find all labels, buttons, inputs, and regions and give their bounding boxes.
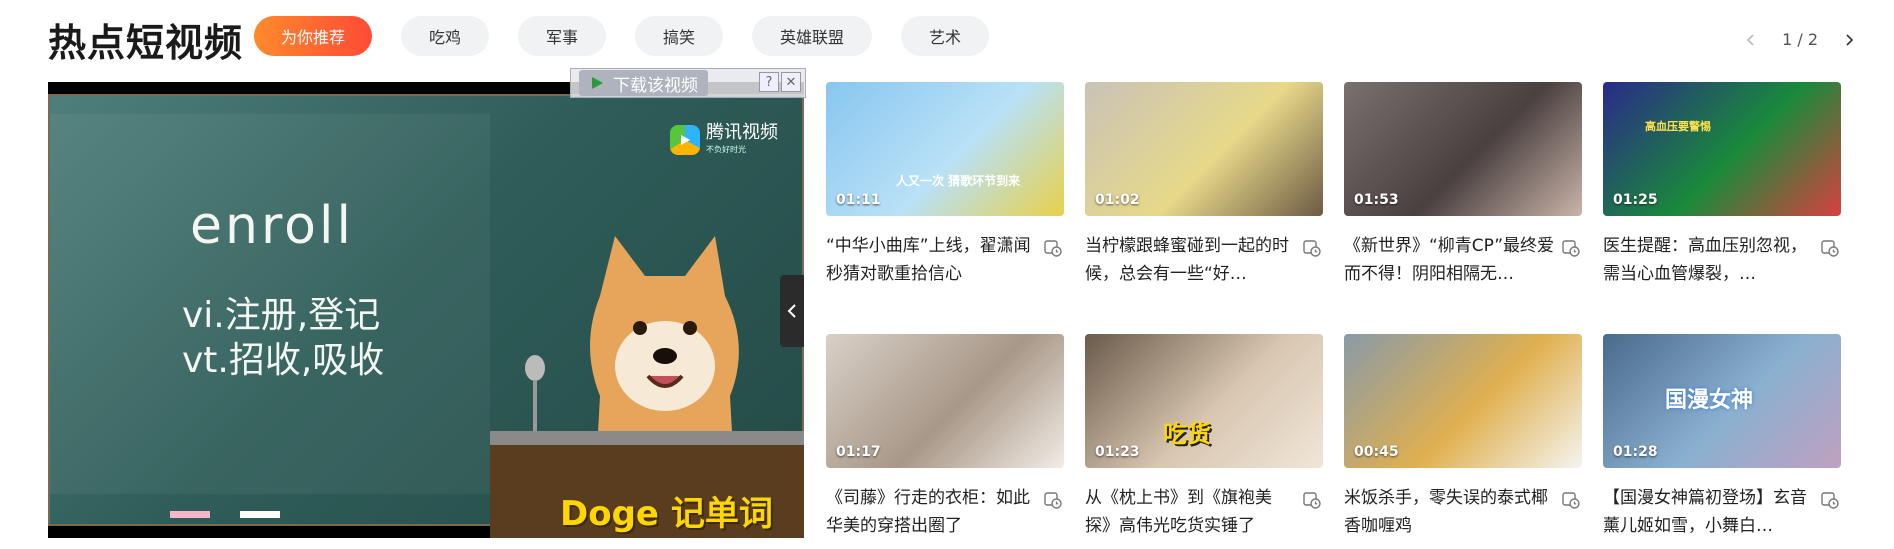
watch-later-icon[interactable] xyxy=(1821,490,1839,509)
watch-later-icon[interactable] xyxy=(1044,238,1062,257)
close-download-bar-button[interactable]: ✕ xyxy=(781,72,801,92)
featured-definition-2: vt.招收,吸收 xyxy=(182,340,385,381)
tab-art[interactable]: 艺术 xyxy=(901,16,989,56)
watch-later-icon[interactable] xyxy=(1044,490,1062,509)
chevron-left-icon xyxy=(787,304,796,318)
chalk-pink xyxy=(170,511,210,518)
video-title-text: 从《枕上书》到《旗袍美探》高伟光吃货实锤了 xyxy=(1085,488,1272,536)
video-card[interactable]: 01:53 《新世界》“柳青CP”最终爱而不得！阴阳相隔无… xyxy=(1344,82,1582,288)
watch-later-icon[interactable] xyxy=(1821,238,1839,257)
play-logo-icon xyxy=(670,124,700,155)
pager: 1 / 2 xyxy=(1742,30,1858,49)
tab-recommended[interactable]: 为你推荐 xyxy=(254,16,372,56)
video-title[interactable]: “中华小曲库”上线，翟潇闻秒猜对歌重拾信心 xyxy=(826,232,1064,288)
watch-later-icon[interactable] xyxy=(1562,490,1580,509)
video-title-text: “中华小曲库”上线，翟潇闻秒猜对歌重拾信心 xyxy=(826,236,1031,284)
video-thumbnail[interactable]: 01:23 吃货 xyxy=(1085,334,1323,468)
video-title[interactable]: 《新世界》“柳青CP”最终爱而不得！阴阳相隔无… xyxy=(1344,232,1582,288)
brand-name: 腾讯视频 xyxy=(706,122,778,143)
page-indicator: 1 / 2 xyxy=(1782,30,1818,49)
video-duration: 01:02 xyxy=(1095,192,1140,208)
video-thumbnail[interactable]: 01:02 xyxy=(1085,82,1323,216)
video-duration: 01:17 xyxy=(836,444,881,460)
video-title[interactable]: 【国漫女神篇初登场】玄音薰儿姬如雪，小舞白… xyxy=(1603,484,1841,540)
series-label: Doge 记单词 xyxy=(560,494,773,534)
download-video-bar: 下载该视频 ? ✕ xyxy=(570,68,806,98)
video-duration: 01:11 xyxy=(836,192,881,208)
category-tabs: 为你推荐 吃鸡 军事 搞笑 英雄联盟 艺术 xyxy=(254,16,989,56)
brand-logo: 腾讯视频 不负好时光 xyxy=(670,124,778,155)
section-header: 热点短视频 为你推荐 吃鸡 军事 搞笑 英雄联盟 艺术 1 / 2 xyxy=(0,0,1894,70)
section-title: 热点短视频 xyxy=(48,21,244,65)
thumbnail-caption: 吃货 xyxy=(1163,420,1211,448)
video-title-text: 当柠檬跟蜂蜜碰到一起的时候，总会有一些“好… xyxy=(1085,236,1289,284)
video-duration: 01:25 xyxy=(1613,192,1658,208)
play-triangle-icon xyxy=(592,77,603,89)
video-thumbnail[interactable]: 01:17 xyxy=(826,334,1064,468)
tab-military[interactable]: 军事 xyxy=(518,16,606,56)
tab-funny[interactable]: 搞笑 xyxy=(635,16,723,56)
video-title-text: 【国漫女神篇初登场】玄音薰儿姬如雪，小舞白… xyxy=(1603,488,1807,536)
video-title[interactable]: 医生提醒：高血压别忽视，需当心血管爆裂，… xyxy=(1603,232,1841,288)
video-title[interactable]: 从《枕上书》到《旗袍美探》高伟光吃货实锤了 xyxy=(1085,484,1323,540)
video-card[interactable]: 01:23 吃货 从《枕上书》到《旗袍美探》高伟光吃货实锤了 xyxy=(1085,334,1323,540)
tab-lol[interactable]: 英雄联盟 xyxy=(752,16,872,56)
video-duration: 00:45 xyxy=(1354,444,1399,460)
video-duration: 01:53 xyxy=(1354,192,1399,208)
collapse-panel-button[interactable] xyxy=(780,275,804,347)
tab-chiji[interactable]: 吃鸡 xyxy=(401,16,489,56)
video-card[interactable]: 01:11 人又一次 猜歌环节到来 “中华小曲库”上线，翟潇闻秒猜对歌重拾信心 xyxy=(826,82,1064,288)
thumbnail-caption: 高血压要警惕 xyxy=(1645,120,1711,133)
video-card[interactable]: 01:17 《司藤》行走的衣柜：如此华美的穿搭出圈了 xyxy=(826,334,1064,540)
video-duration: 01:28 xyxy=(1613,444,1658,460)
video-title[interactable]: 当柠檬跟蜂蜜碰到一起的时候，总会有一些“好… xyxy=(1085,232,1323,288)
video-title-text: 米饭杀手，零失误的泰式椰香咖喱鸡 xyxy=(1344,488,1548,536)
chevron-left-icon[interactable] xyxy=(1742,31,1760,49)
video-title[interactable]: 米饭杀手，零失误的泰式椰香咖喱鸡 xyxy=(1344,484,1582,540)
video-card[interactable]: 00:45 米饭杀手，零失误的泰式椰香咖喱鸡 xyxy=(1344,334,1582,540)
chalkboard-frame: enroll vi.注册,登记 vt.招收,吸收 腾讯视频 不负好时光 Doge… xyxy=(48,94,804,538)
video-card[interactable]: 01:02 当柠檬跟蜂蜜碰到一起的时候，总会有一些“好… xyxy=(1085,82,1323,288)
video-thumbnail[interactable]: 01:28 国漫女神 xyxy=(1603,334,1841,468)
watch-later-icon[interactable] xyxy=(1562,238,1580,257)
video-thumbnail[interactable]: 01:53 xyxy=(1344,82,1582,216)
video-title-text: 《新世界》“柳青CP”最终爱而不得！阴阳相隔无… xyxy=(1344,236,1555,284)
chalk-white xyxy=(240,511,280,518)
featured-video-player[interactable]: enroll vi.注册,登记 vt.招收,吸收 腾讯视频 不负好时光 Doge… xyxy=(48,82,804,538)
download-video-button[interactable]: 下载该视频 xyxy=(579,70,708,96)
brand-slogan: 不负好时光 xyxy=(706,145,746,154)
video-title-text: 医生提醒：高血压别忽视，需当心血管爆裂，… xyxy=(1603,236,1807,284)
chevron-right-icon[interactable] xyxy=(1840,31,1858,49)
video-title-text: 《司藤》行走的衣柜：如此华美的穿搭出圈了 xyxy=(826,488,1030,536)
video-title[interactable]: 《司藤》行走的衣柜：如此华美的穿搭出圈了 xyxy=(826,484,1064,540)
video-thumbnail[interactable]: 01:25 高血压要警惕 xyxy=(1603,82,1841,216)
download-video-label: 下载该视频 xyxy=(613,75,698,96)
thumbnail-caption: 国漫女神 xyxy=(1665,388,1754,413)
help-button[interactable]: ? xyxy=(759,72,779,92)
thumbnail-caption: 人又一次 猜歌环节到来 xyxy=(896,174,1021,188)
video-card[interactable]: 01:25 高血压要警惕 医生提醒：高血压别忽视，需当心血管爆裂，… xyxy=(1603,82,1841,288)
watch-later-icon[interactable] xyxy=(1303,238,1321,257)
watch-later-icon[interactable] xyxy=(1303,490,1321,509)
video-thumbnail[interactable]: 01:11 人又一次 猜歌环节到来 xyxy=(826,82,1064,216)
featured-word: enroll xyxy=(190,196,354,256)
video-card[interactable]: 01:28 国漫女神 【国漫女神篇初登场】玄音薰儿姬如雪，小舞白… xyxy=(1603,334,1841,540)
video-thumbnail[interactable]: 00:45 xyxy=(1344,334,1582,468)
video-duration: 01:23 xyxy=(1095,444,1140,460)
